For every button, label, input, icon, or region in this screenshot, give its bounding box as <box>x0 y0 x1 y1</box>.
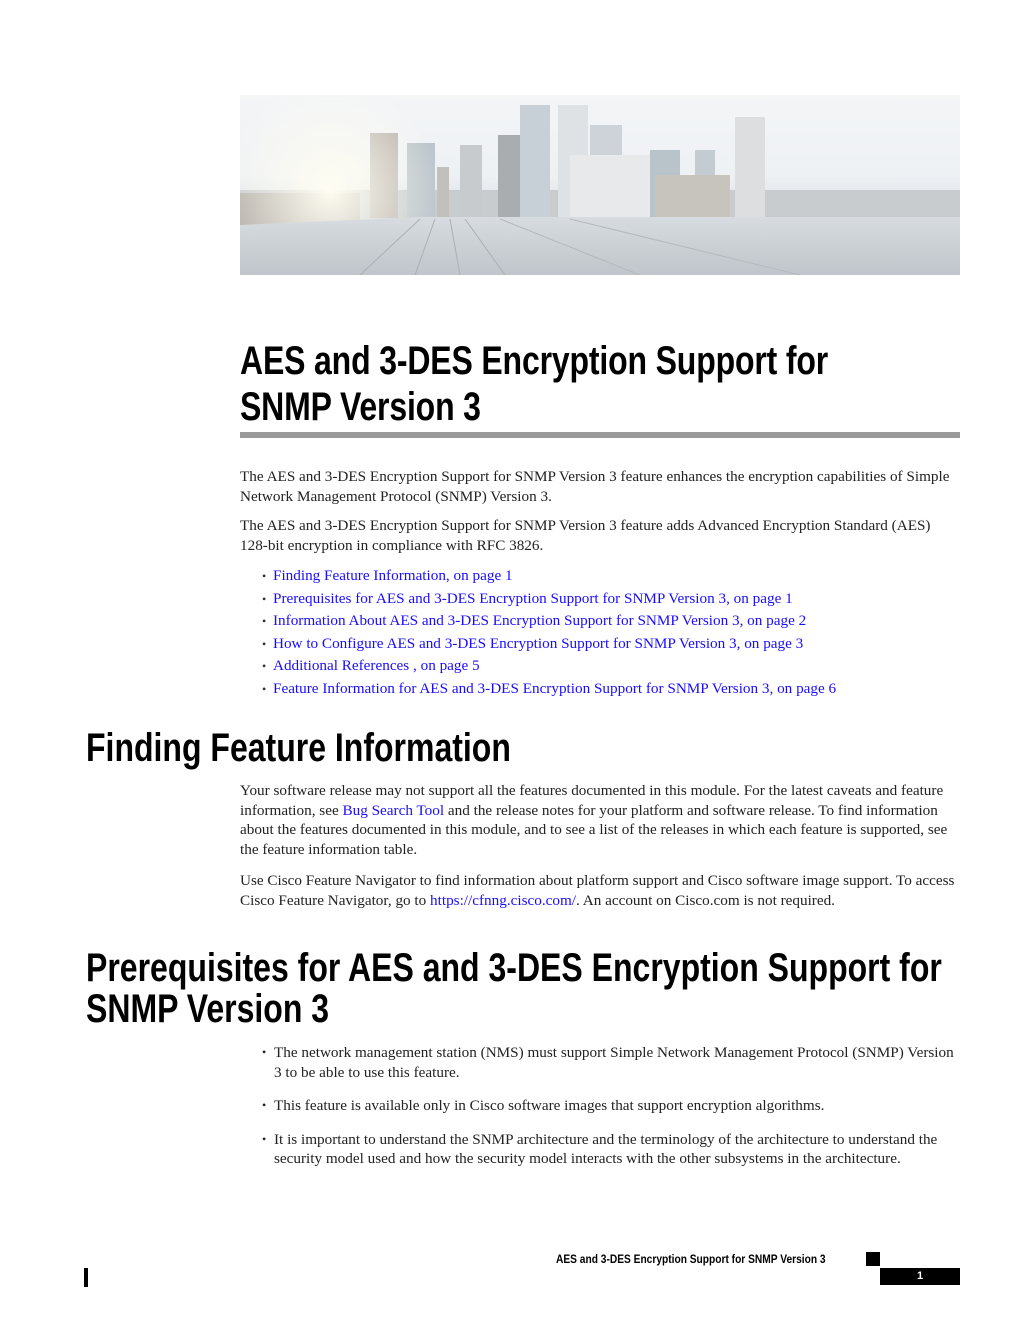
hero-image <box>240 95 960 275</box>
toc-link[interactable]: Feature Information for AES and 3-DES En… <box>273 680 836 697</box>
finding-feature-heading: Finding Feature Information <box>86 726 511 770</box>
feature-navigator-link[interactable]: https://cfnng.cisco.com/ <box>430 892 576 909</box>
table-of-contents: Finding Feature Information, on page 1 P… <box>262 565 836 700</box>
list-item: It is important to understand the SNMP a… <box>262 1130 962 1169</box>
toc-item[interactable]: Feature Information for AES and 3-DES En… <box>262 678 836 701</box>
toc-link[interactable]: How to Configure AES and 3-DES Encryptio… <box>273 635 803 652</box>
finding-paragraph-2: Use Cisco Feature Navigator to find info… <box>240 871 962 910</box>
intro-paragraph-1: The AES and 3-DES Encryption Support for… <box>240 468 950 505</box>
skyline-illustration <box>240 95 960 275</box>
toc-link[interactable]: Prerequisites for AES and 3-DES Encrypti… <box>273 590 793 607</box>
toc-link[interactable]: Finding Feature Information, on page 1 <box>273 567 513 584</box>
page-number: 1 <box>880 1268 960 1285</box>
prerequisites-list: The network management station (NMS) mus… <box>262 1043 962 1183</box>
toc-item[interactable]: Prerequisites for AES and 3-DES Encrypti… <box>262 588 836 611</box>
toc-item[interactable]: Finding Feature Information, on page 1 <box>262 565 836 588</box>
toc-link[interactable]: Additional References , on page 5 <box>273 657 480 674</box>
page-title: AES and 3-DES Encryption Support for SNM… <box>240 339 829 429</box>
finding-paragraph-1: Your software release may not support al… <box>240 781 962 859</box>
toc-item[interactable]: Information About AES and 3-DES Encrypti… <box>262 610 836 633</box>
toc-item[interactable]: How to Configure AES and 3-DES Encryptio… <box>262 633 836 656</box>
footer-document-title: AES and 3-DES Encryption Support for SNM… <box>556 1252 826 1266</box>
toc-item[interactable]: Additional References , on page 5 <box>262 655 836 678</box>
list-item: This feature is available only in Cisco … <box>262 1096 962 1116</box>
bug-search-tool-link[interactable]: Bug Search Tool <box>343 802 445 819</box>
list-item: The network management station (NMS) mus… <box>262 1043 962 1082</box>
intro-paragraph-2: The AES and 3-DES Encryption Support for… <box>240 517 931 554</box>
footer-marker <box>866 1252 880 1266</box>
footer-left-marker <box>84 1268 88 1287</box>
title-divider <box>240 432 960 438</box>
text: . An account on Cisco.com is not require… <box>576 891 835 909</box>
toc-link[interactable]: Information About AES and 3-DES Encrypti… <box>273 612 806 629</box>
prerequisites-heading: Prerequisites for AES and 3-DES Encrypti… <box>86 946 942 1031</box>
